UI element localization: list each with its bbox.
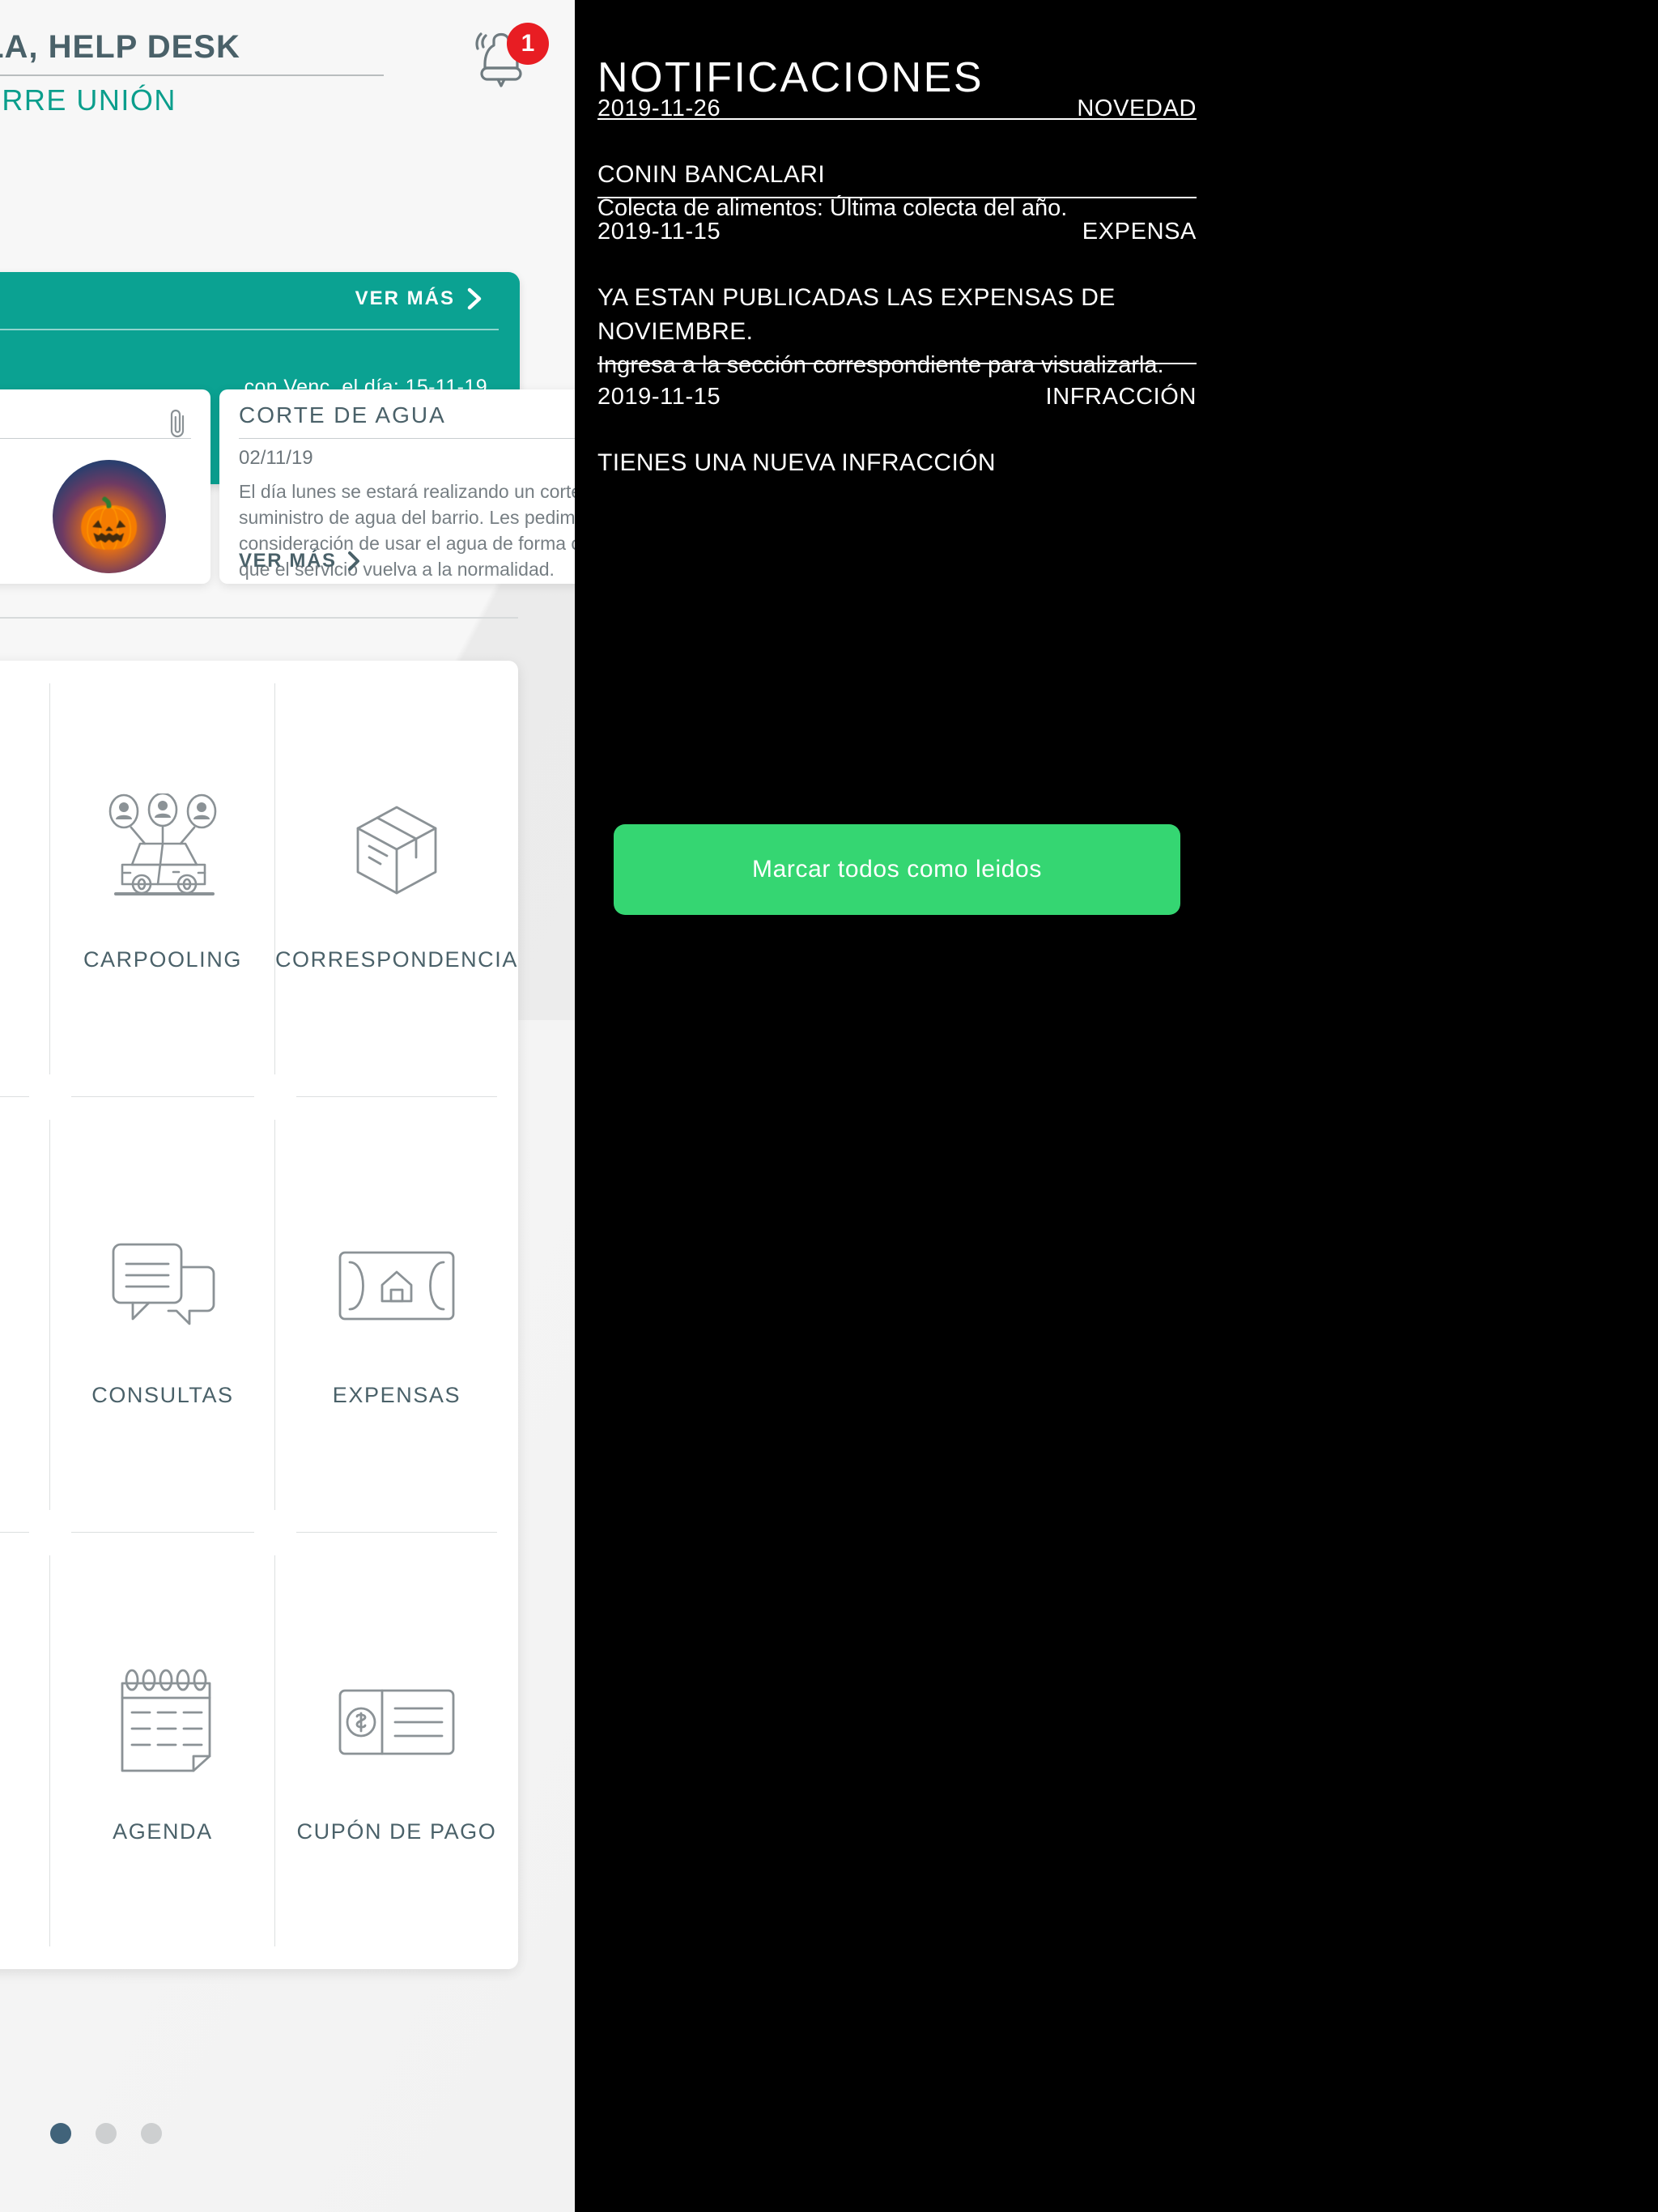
news-ver-mas-link[interactable]: VER MÁS bbox=[239, 550, 361, 572]
menu-item-expensas[interactable]: EXPENSAS bbox=[275, 1097, 518, 1534]
notifications-title: NOTIFICACIONES bbox=[597, 54, 984, 101]
package-icon bbox=[340, 785, 453, 915]
news-card-divider bbox=[239, 438, 575, 439]
notification-item[interactable]: 2019-11-15 INFRACCIÓN TIENES UNA NUEVA I… bbox=[597, 384, 1197, 480]
notification-badge: 1 bbox=[507, 23, 549, 65]
news-title: CORTE DE AGUA bbox=[239, 402, 446, 428]
pagination-dot-3[interactable] bbox=[141, 2123, 162, 2144]
header-divider bbox=[0, 74, 384, 76]
menu-item-label: EXPENSAS bbox=[332, 1383, 461, 1408]
notifications-panel: NOTIFICACIONES 2019-11-26 NOVEDAD CONIN … bbox=[575, 0, 1658, 2212]
news-card[interactable]: 🎃 bbox=[0, 389, 210, 584]
menu-item-label: CUPÓN DE PAGO bbox=[296, 1819, 497, 1844]
mark-all-read-button[interactable]: Marcar todos como leidos bbox=[614, 824, 1180, 915]
menu-item-label: CONSULTAS bbox=[91, 1383, 234, 1408]
app-main-area: OLA, HELP DESK TORRE UNIÓN 1 VER MÁS con… bbox=[0, 0, 575, 2212]
notification-divider bbox=[597, 363, 1197, 364]
news-thumbnail-image: 🎃 bbox=[53, 460, 166, 573]
payment-coupon-icon bbox=[332, 1657, 461, 1787]
news-date: 02/11/19 bbox=[239, 447, 313, 469]
menu-item-label: CORRESPONDENCIA bbox=[274, 946, 518, 972]
notification-meta: 2019-11-26 NOVEDAD bbox=[597, 96, 1197, 122]
notification-bell-button[interactable]: 1 bbox=[468, 23, 549, 87]
news-card-divider bbox=[0, 438, 191, 439]
menu-item-carpooling[interactable]: CARPOOLING bbox=[50, 661, 275, 1097]
notification-type: INFRACCIÓN bbox=[1045, 384, 1197, 410]
chevron-right-icon bbox=[346, 550, 361, 572]
notification-text: Ingresa a la sección correspondiente par… bbox=[597, 352, 1164, 378]
notification-type: EXPENSA bbox=[1082, 219, 1197, 245]
notification-type: NOVEDAD bbox=[1077, 96, 1197, 121]
menu-item-reglamentos[interactable]: NTOS bbox=[0, 1533, 50, 1969]
chat-bubbles-icon bbox=[102, 1221, 223, 1351]
carpooling-icon bbox=[98, 785, 227, 915]
chevron-right-icon bbox=[466, 287, 483, 311]
notification-item[interactable]: 2019-11-26 NOVEDAD CONIN BANCALARI Colec… bbox=[597, 96, 1197, 224]
calendar-icon bbox=[106, 1657, 219, 1787]
notification-meta: 2019-11-15 EXPENSA bbox=[597, 219, 1197, 245]
notification-meta: 2019-11-15 INFRACCIÓN bbox=[597, 384, 1197, 410]
balance-card-divider bbox=[0, 329, 499, 330]
menu-item-label: AGENDA bbox=[113, 1819, 213, 1844]
pagination-dot-1[interactable] bbox=[50, 2123, 71, 2144]
notification-date: 2019-11-26 bbox=[597, 96, 721, 121]
menu-item-consultas[interactable]: CONSULTAS bbox=[50, 1097, 275, 1534]
notification-divider bbox=[597, 197, 1197, 198]
menu-item-cupon-de-pago[interactable]: CUPÓN DE PAGO bbox=[275, 1533, 518, 1969]
menu-item-correspondencia[interactable]: CORRESPONDENCIA bbox=[275, 661, 518, 1097]
banknote-home-icon bbox=[332, 1221, 461, 1351]
menu-item-label: CARPOOLING bbox=[83, 946, 242, 972]
pagination-dot-2[interactable] bbox=[96, 2123, 117, 2144]
news-ver-mas-label: VER MÁS bbox=[239, 550, 337, 572]
carousel-pagination[interactable] bbox=[50, 2123, 162, 2144]
menu-item-documentos[interactable]: DOS bbox=[0, 1097, 50, 1534]
tower-name: TORRE UNIÓN bbox=[0, 83, 176, 117]
notification-heading: YA ESTAN PUBLICADAS LAS EXPENSAS DE NOVI… bbox=[597, 284, 1116, 345]
paperclip-icon bbox=[167, 407, 188, 440]
page-title: OLA, HELP DESK bbox=[0, 29, 240, 65]
notification-date: 2019-11-15 bbox=[597, 384, 721, 410]
notification-heading: CONIN BANCALARI bbox=[597, 161, 826, 188]
menu-grid: OS bbox=[0, 661, 518, 1969]
notification-date: 2019-11-15 bbox=[597, 219, 721, 245]
notification-item[interactable]: 2019-11-15 EXPENSA YA ESTAN PUBLICADAS L… bbox=[597, 219, 1197, 381]
notification-heading: TIENES UNA NUEVA INFRACCIÓN bbox=[597, 449, 996, 476]
menu-item-agenda[interactable]: AGENDA bbox=[50, 1533, 275, 1969]
section-divider bbox=[0, 617, 518, 619]
menu-item-invitados[interactable]: OS bbox=[0, 661, 50, 1097]
news-card[interactable]: CORTE DE AGUA 02/11/19 El día lunes se e… bbox=[219, 389, 575, 584]
balance-ver-mas-link[interactable]: VER MÁS bbox=[355, 287, 483, 311]
pumpkin-glyph: 🎃 bbox=[78, 496, 141, 552]
balance-ver-mas-label: VER MÁS bbox=[355, 287, 455, 309]
